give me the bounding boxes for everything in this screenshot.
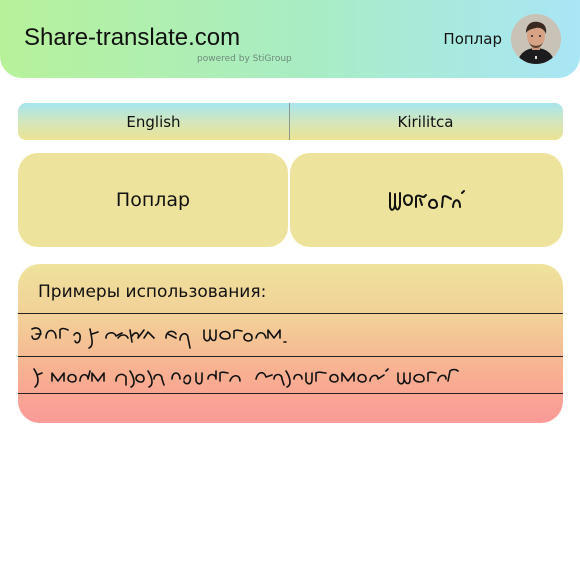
- target-language-tab[interactable]: Kirilitca: [290, 103, 561, 140]
- avatar-photo-icon: [511, 14, 561, 64]
- examples-title: Примеры использования:: [38, 282, 267, 302]
- language-selector: English Kirilitca: [18, 103, 563, 140]
- username[interactable]: Поплар: [443, 30, 502, 48]
- powered-by: powered by StiGroup: [197, 54, 292, 64]
- translation-result-box: ɯɪɤɾɤɾɑɪ: [290, 153, 563, 247]
- translated-handwriting: [388, 190, 465, 211]
- avatar[interactable]: [511, 14, 561, 64]
- source-text: Поплар: [115, 189, 191, 211]
- example-handwriting-1: [31, 327, 287, 349]
- example-row[interactable]: [18, 313, 563, 356]
- source-language-tab[interactable]: English: [18, 103, 289, 140]
- header: Share-translate.com powered by StiGroup …: [0, 0, 580, 78]
- example-row[interactable]: [18, 356, 563, 394]
- source-text-box[interactable]: Поплар: [18, 153, 288, 247]
- usage-examples-panel: Примеры использования:: [18, 264, 563, 423]
- example-handwriting-2: [33, 368, 459, 388]
- site-brand[interactable]: Share-translate.com: [24, 24, 240, 52]
